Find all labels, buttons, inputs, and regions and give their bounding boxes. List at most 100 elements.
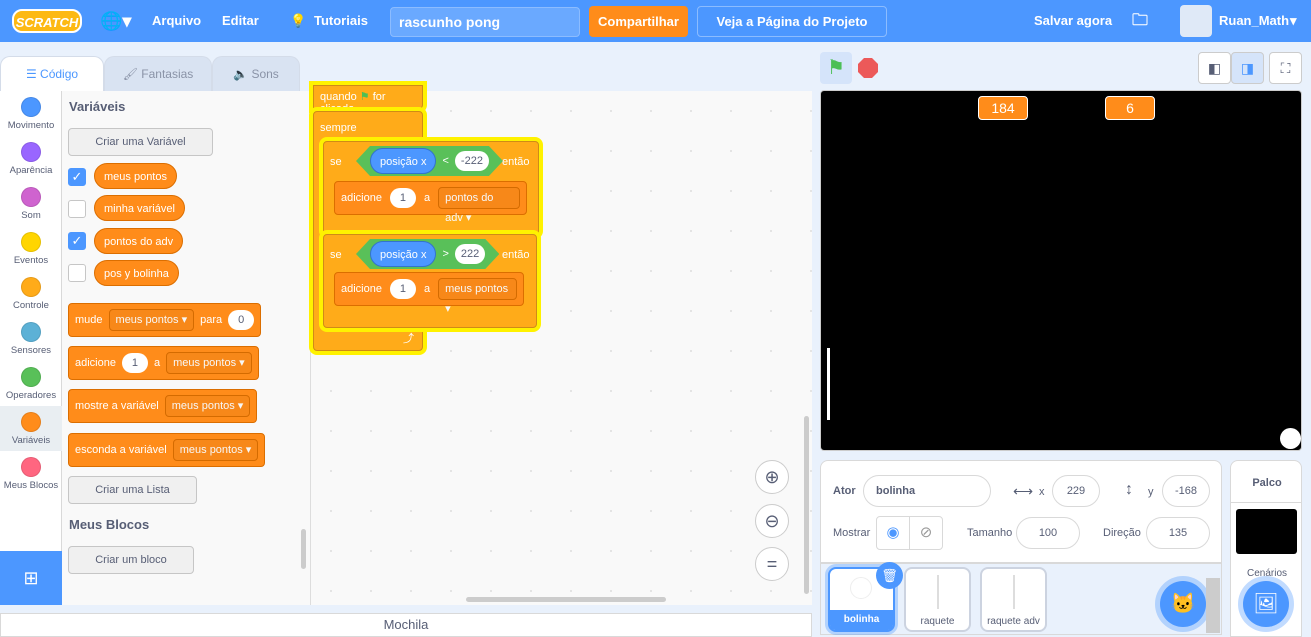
set-variable-block[interactable]: mude meus pontos ▾ para 0 xyxy=(68,303,262,337)
dropdown-value: meus pontos xyxy=(179,444,243,456)
zoom-in-button[interactable]: ⊕ xyxy=(755,460,789,494)
value-input[interactable]: 1 xyxy=(121,353,148,373)
menu-tutoriais[interactable]: Tutoriais xyxy=(314,0,368,42)
value-input[interactable]: 1 xyxy=(389,188,416,208)
normal-stage-button[interactable]: ◨ xyxy=(1231,52,1264,84)
variable-dropdown[interactable]: meus pontos ▾ xyxy=(438,278,517,315)
sprite-thumb-raquete[interactable]: raquete xyxy=(904,567,971,632)
project-page-button[interactable]: Veja a Página do Projeto xyxy=(697,6,887,37)
green-flag-icon: ⚑ xyxy=(827,57,845,79)
lightbulb-icon: 💡 xyxy=(290,13,307,28)
stage-canvas[interactable] xyxy=(820,90,1302,451)
y-input[interactable]: -168 xyxy=(1162,475,1210,507)
palette-scrollbar[interactable] xyxy=(301,529,306,569)
tab-sounds[interactable]: 🔈 Sons xyxy=(212,56,300,92)
show-label: Mostrar xyxy=(833,527,871,539)
folder-icon[interactable]: 🗀 xyxy=(1132,0,1148,42)
make-list-button[interactable]: Criar uma Lista xyxy=(68,476,197,504)
sprite-list-scrollbar[interactable] xyxy=(1206,578,1220,633)
value-input[interactable]: 1 xyxy=(389,279,416,299)
add-extension-button[interactable]: ⊞ xyxy=(0,551,62,605)
small-stage-button[interactable]: ◧ xyxy=(1198,52,1231,84)
share-button[interactable]: Compartilhar xyxy=(589,6,688,37)
sprite-name-input[interactable]: bolinha xyxy=(863,475,991,507)
when-flag-clicked-block[interactable]: quando ⚑ for clicado xyxy=(313,85,423,115)
variable-dropdown[interactable]: meus pontos ▾ xyxy=(172,439,259,461)
variable-meus-pontos[interactable]: meus pontos xyxy=(94,163,177,189)
hide-variable-block[interactable]: esconda a variável meus pontos ▾ xyxy=(68,433,266,467)
change-variable-block[interactable]: adicione 1 a pontos do adv ▾ xyxy=(334,181,527,224)
category-dot xyxy=(21,367,41,387)
variable-monitor[interactable]: 184 xyxy=(978,96,1028,120)
variable-dropdown[interactable]: pontos do adv ▾ xyxy=(438,187,520,224)
sprite-thumb-raquete-adv[interactable]: raquete adv xyxy=(980,567,1047,632)
x-position-reporter[interactable]: posição x xyxy=(370,241,436,267)
category-meus-blocos[interactable]: Meus Blocos xyxy=(0,451,62,496)
checkbox-meus-pontos[interactable]: ✓ xyxy=(68,168,86,186)
category-movimento[interactable]: Movimento xyxy=(0,91,62,136)
vertical-scrollbar[interactable] xyxy=(804,416,809,594)
x-input[interactable]: 229 xyxy=(1052,475,1100,507)
block-label: quando xyxy=(320,91,357,103)
variable-pontos-do-adv[interactable]: pontos do adv xyxy=(94,228,184,254)
variable-dropdown[interactable]: meus pontos ▾ xyxy=(108,309,195,331)
tab-costumes[interactable]: 🖌 Fantasias xyxy=(104,56,212,92)
scratch-logo[interactable]: SCRATCH xyxy=(12,9,82,33)
stage-thumbnail[interactable] xyxy=(1236,509,1297,554)
category-sensores[interactable]: Sensores xyxy=(0,316,62,361)
variable-dropdown[interactable]: meus pontos ▾ xyxy=(166,352,252,374)
language-globe-icon[interactable]: 🌐▾ xyxy=(100,0,131,42)
size-input[interactable]: 100 xyxy=(1016,517,1080,549)
green-flag-button[interactable]: ⚑ xyxy=(820,52,852,84)
checkbox-minha-variavel[interactable] xyxy=(68,200,86,218)
script-area[interactable]: quando ⚑ for clicado sempre ⤴ se então p… xyxy=(311,85,812,605)
zoom-out-button[interactable]: ⊖ xyxy=(755,504,789,538)
tab-code[interactable]: ☰ Código xyxy=(0,56,104,92)
value-input[interactable]: -222 xyxy=(455,151,489,171)
value-input[interactable]: 222 xyxy=(455,244,485,264)
checkbox-pontos-do-adv[interactable]: ✓ xyxy=(68,232,86,250)
operator-symbol: > xyxy=(442,248,449,260)
avatar[interactable] xyxy=(1180,5,1212,37)
menu-arquivo[interactable]: Arquivo xyxy=(152,0,201,42)
change-variable-block[interactable]: adicione 1 a meus pontos ▾ xyxy=(68,346,259,380)
direction-input[interactable]: 135 xyxy=(1146,517,1210,549)
greater-than-operator[interactable]: posição x >222 xyxy=(356,239,499,269)
backpack-bar[interactable]: Mochila xyxy=(0,613,812,637)
horizontal-scrollbar[interactable] xyxy=(466,597,666,602)
tab-label: Fantasias xyxy=(141,67,194,81)
variable-monitor[interactable]: 6 xyxy=(1105,96,1155,120)
category-eventos[interactable]: Eventos xyxy=(0,226,62,271)
project-title-input[interactable]: rascunho pong xyxy=(390,7,580,37)
choose-sprite-button[interactable]: 🐱 xyxy=(1160,581,1206,627)
variable-pos-y-bolinha[interactable]: pos y bolinha xyxy=(94,260,179,286)
menu-editar[interactable]: Editar xyxy=(222,0,259,42)
block-palette: Variáveis Criar uma Variável ✓ meus pont… xyxy=(62,91,311,605)
change-variable-block[interactable]: adicione 1 a meus pontos ▾ xyxy=(334,272,524,315)
category-variaveis[interactable]: Variáveis xyxy=(0,406,62,451)
x-position-reporter[interactable]: posição x xyxy=(370,148,436,174)
category-controle[interactable]: Controle xyxy=(0,271,62,316)
stop-button[interactable] xyxy=(858,58,878,78)
username[interactable]: Ruan_Math xyxy=(1219,0,1289,42)
hide-button[interactable]: ⊘ xyxy=(909,516,943,550)
fullscreen-button[interactable]: ⛶ xyxy=(1269,52,1302,84)
show-visible-button[interactable]: ◉ xyxy=(876,516,910,550)
zoom-reset-button[interactable]: = xyxy=(755,547,789,581)
save-now-button[interactable]: Salvar agora xyxy=(1034,0,1112,42)
delete-sprite-button[interactable]: 🗑 xyxy=(876,562,903,589)
show-variable-block[interactable]: mostre a variável meus pontos ▾ xyxy=(68,389,258,423)
less-than-operator[interactable]: posição x < -222 xyxy=(356,146,503,176)
chevron-down-icon[interactable]: ▾ xyxy=(1290,0,1297,42)
category-som[interactable]: Som xyxy=(0,181,62,226)
make-variable-button[interactable]: Criar uma Variável xyxy=(68,128,213,156)
checkbox-pos-y-bolinha[interactable] xyxy=(68,264,86,282)
block-label: a xyxy=(153,357,161,369)
category-operadores[interactable]: Operadores xyxy=(0,361,62,406)
choose-backdrop-button[interactable]: 🖼 xyxy=(1243,581,1289,627)
value-input[interactable]: 0 xyxy=(228,310,255,330)
category-aparencia[interactable]: Aparência xyxy=(0,136,62,181)
make-block-button[interactable]: Criar um bloco xyxy=(68,546,194,574)
variable-dropdown[interactable]: meus pontos ▾ xyxy=(164,395,251,417)
variable-minha-variavel[interactable]: minha variável xyxy=(94,195,185,221)
